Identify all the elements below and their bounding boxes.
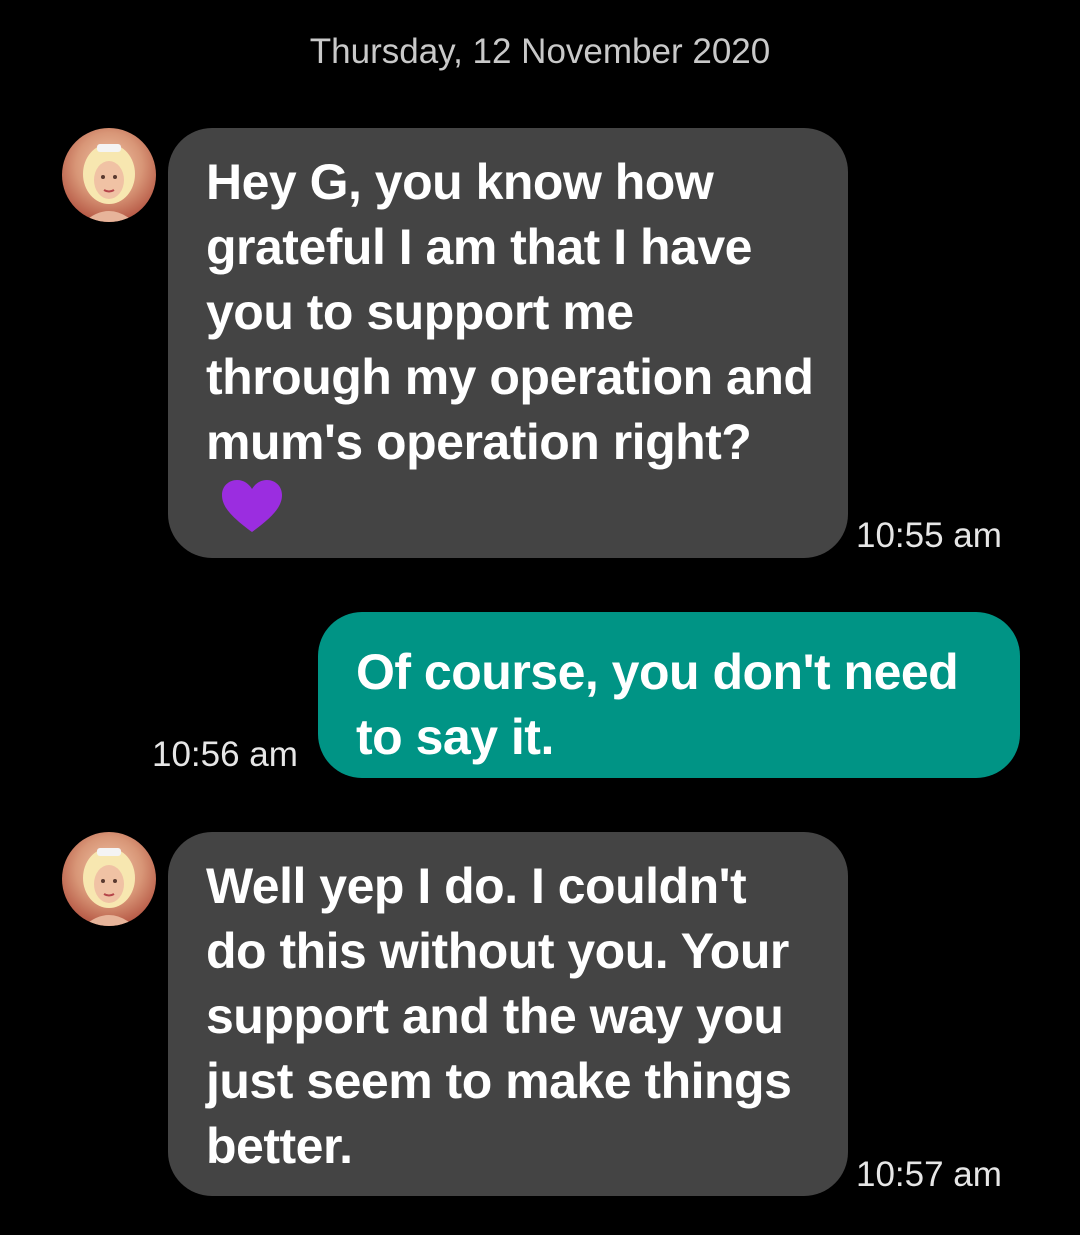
message-bubble-incoming[interactable]: Well yep I do. I couldn't do this withou…: [168, 832, 848, 1196]
message-text: Well yep I do. I couldn't do this withou…: [206, 858, 792, 1174]
message-text-content: Hey G, you know how grateful I am that I…: [206, 154, 814, 470]
message-text: Of course, you don't need to say it.: [356, 644, 959, 765]
message-timestamp: 10:56 am: [152, 735, 298, 774]
purple-heart-icon: [222, 480, 282, 532]
avatar-photo: [83, 848, 135, 926]
message-bubble-outgoing[interactable]: Of course, you don't need to say it.: [318, 612, 1020, 778]
contact-avatar[interactable]: [62, 832, 156, 926]
message-timestamp: 10:55 am: [856, 516, 1002, 555]
date-header: Thursday, 12 November 2020: [309, 32, 771, 71]
contact-avatar[interactable]: [62, 128, 156, 222]
message-timestamp: 10:57 am: [856, 1155, 1002, 1194]
message-text: Hey G, you know how grateful I am that I…: [206, 150, 818, 540]
avatar-photo: [83, 144, 135, 222]
message-bubble-incoming[interactable]: Hey G, you know how grateful I am that I…: [168, 128, 848, 558]
